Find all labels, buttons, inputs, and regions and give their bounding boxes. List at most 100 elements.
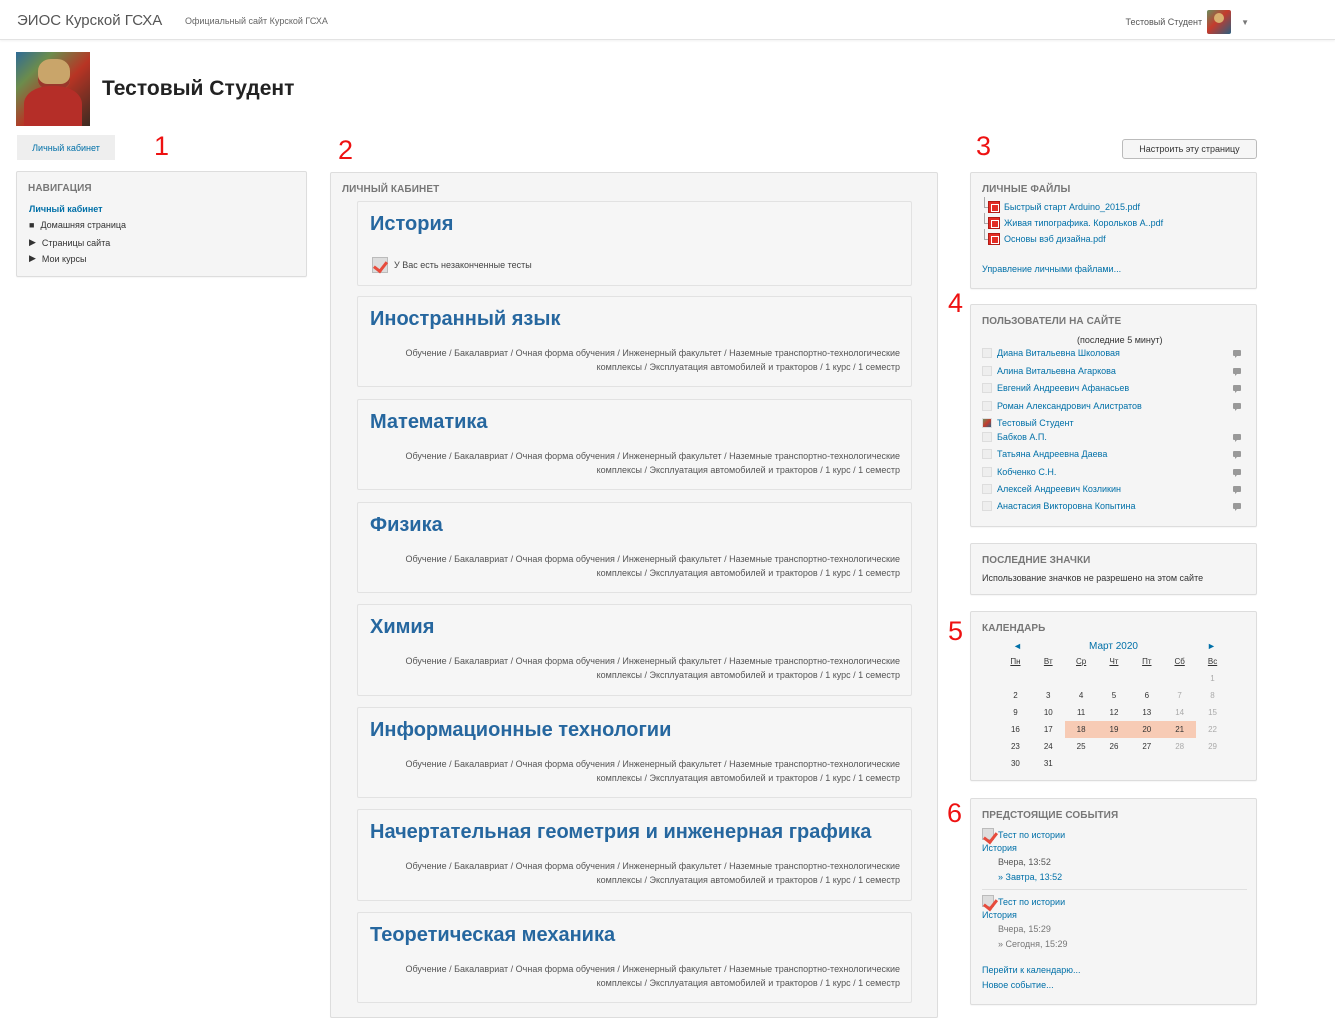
calendar-day[interactable]: 7 bbox=[1163, 687, 1196, 704]
calendar-day[interactable]: 12 bbox=[1098, 704, 1131, 721]
private-file-link[interactable]: Быстрый старт Arduino_2015.pdf bbox=[988, 201, 1140, 213]
calendar-day[interactable]: 6 bbox=[1130, 687, 1163, 704]
calendar-day[interactable]: 31 bbox=[1032, 755, 1065, 772]
manage-files-link[interactable]: Управление личными файлами... bbox=[982, 264, 1121, 274]
event-start: Вчера, 13:52 bbox=[998, 857, 1051, 867]
nav-site-pages-label: Страницы сайта bbox=[41, 237, 111, 248]
course-card: Химия Обучение / Бакалавриат / Очная фор… bbox=[357, 604, 912, 696]
official-site-link[interactable]: Официальный сайт Курской ГСХА bbox=[185, 16, 328, 26]
online-user-link[interactable]: Тестовый Студент bbox=[982, 418, 1247, 428]
course-path: Обучение / Бакалавриат / Очная форма обу… bbox=[405, 656, 900, 680]
calendar-day[interactable]: 23 bbox=[999, 738, 1032, 755]
marker-2: 2 bbox=[338, 135, 354, 165]
private-file-link[interactable]: Основы вэб дизайна.pdf bbox=[988, 233, 1106, 245]
calendar-day[interactable]: 24 bbox=[1032, 738, 1065, 755]
message-icon[interactable] bbox=[1233, 503, 1241, 511]
online-user-link[interactable]: Бабков А.П. bbox=[982, 432, 1247, 442]
user-menu-name: Тестовый Студент bbox=[1125, 17, 1203, 27]
course-title-link[interactable]: Теоретическая механика bbox=[370, 924, 615, 947]
course-title-link[interactable]: Физика bbox=[370, 514, 443, 537]
user-icon bbox=[982, 484, 992, 494]
course-title-link[interactable]: Математика bbox=[370, 411, 488, 434]
new-event-link[interactable]: Новое событие... bbox=[982, 980, 1054, 990]
customize-page-button[interactable]: Настроить эту страницу bbox=[1122, 139, 1257, 159]
next-month-arrow-icon[interactable]: ► bbox=[1207, 641, 1216, 651]
online-user-link[interactable]: Анастасия Викторовна Копытина bbox=[982, 501, 1247, 511]
calendar-day[interactable]: 9 bbox=[999, 704, 1032, 721]
calendar-day[interactable]: 22 bbox=[1196, 721, 1229, 738]
event-course-link[interactable]: История bbox=[982, 910, 1017, 920]
nav-site-pages-link[interactable]: ▶ Страницы сайта bbox=[29, 237, 110, 248]
weekday-header: Пн bbox=[1010, 657, 1021, 666]
nav-home-link[interactable]: ■ Домашняя страница bbox=[29, 220, 126, 230]
calendar-day[interactable]: 30 bbox=[999, 755, 1032, 772]
user-icon bbox=[982, 501, 992, 511]
online-user-link[interactable]: Кобченко С.Н. bbox=[982, 467, 1247, 477]
calendar-day[interactable]: 16 bbox=[999, 721, 1032, 738]
course-title-link[interactable]: Информационные технологии bbox=[370, 719, 671, 742]
calendar-month-link[interactable]: Март 2020 bbox=[1089, 641, 1138, 652]
course-title-link[interactable]: Иностранный язык bbox=[370, 308, 560, 331]
calendar-day[interactable]: 17 bbox=[1032, 721, 1065, 738]
message-icon[interactable] bbox=[1233, 368, 1241, 376]
message-icon[interactable] bbox=[1233, 385, 1241, 393]
event-end-link[interactable]: » Завтра, 13:52 bbox=[998, 872, 1062, 882]
calendar-day[interactable]: 25 bbox=[1065, 738, 1098, 755]
event-course-link[interactable]: История bbox=[982, 843, 1017, 853]
calendar-day[interactable]: 29 bbox=[1196, 738, 1229, 755]
calendar-day[interactable]: 1 bbox=[1196, 670, 1229, 687]
message-icon[interactable] bbox=[1233, 434, 1241, 442]
online-users-period: (последние 5 минут) bbox=[1077, 335, 1163, 345]
message-icon[interactable] bbox=[1233, 403, 1241, 411]
nav-my-courses-link[interactable]: ▶ Мои курсы bbox=[29, 253, 86, 264]
event-title: Тест по истории bbox=[998, 830, 1066, 840]
online-user-link[interactable]: Диана Витальевна Школовая bbox=[982, 348, 1247, 358]
calendar-day[interactable]: 2 bbox=[999, 687, 1032, 704]
calendar-day[interactable]: 4 bbox=[1065, 687, 1098, 704]
online-user-link[interactable]: Татьяна Андреевна Даева bbox=[982, 449, 1247, 459]
calendar-day[interactable]: 15 bbox=[1196, 704, 1229, 721]
course-card: Начертательная геометрия и инженерная гр… bbox=[357, 809, 912, 901]
user-menu[interactable]: Тестовый Студент ▼ bbox=[1125, 10, 1249, 34]
calendar-day[interactable]: 11 bbox=[1065, 704, 1098, 721]
calendar-event-day[interactable]: 21 bbox=[1163, 721, 1197, 738]
calendar-empty-cell bbox=[1130, 670, 1163, 687]
calendar-day[interactable]: 27 bbox=[1130, 738, 1163, 755]
weekday-header: Сб bbox=[1174, 657, 1185, 666]
chevron-right-icon: ▶ bbox=[29, 253, 36, 263]
message-icon[interactable] bbox=[1233, 486, 1241, 494]
calendar-day[interactable]: 5 bbox=[1098, 687, 1131, 704]
course-title-link[interactable]: История bbox=[370, 213, 453, 236]
private-file-link[interactable]: Живая типографика. Корольков А..pdf bbox=[988, 217, 1163, 229]
dashboard-tab[interactable]: Личный кабинет bbox=[17, 135, 115, 160]
course-card: Теоретическая механика Обучение / Бакала… bbox=[357, 912, 912, 1003]
course-card: Математика Обучение / Бакалавриат / Очна… bbox=[357, 399, 912, 490]
course-title-link[interactable]: Начертательная геометрия и инженерная гр… bbox=[370, 821, 871, 844]
message-icon[interactable] bbox=[1233, 350, 1241, 358]
online-user-link[interactable]: Евгений Андреевич Афанасьев bbox=[982, 383, 1247, 393]
calendar-day[interactable]: 26 bbox=[1098, 738, 1131, 755]
previous-month-arrow-icon[interactable]: ◄ bbox=[1013, 641, 1022, 651]
event-link[interactable]: Тест по истории bbox=[982, 895, 1065, 907]
site-brand[interactable]: ЭИОС Курской ГСХА bbox=[17, 12, 162, 29]
user-icon bbox=[982, 432, 992, 442]
calendar-day[interactable]: 3 bbox=[1032, 687, 1065, 704]
event-link[interactable]: Тест по истории bbox=[982, 828, 1065, 840]
course-title-link[interactable]: Химия bbox=[370, 616, 434, 639]
calendar-day[interactable]: 14 bbox=[1163, 704, 1196, 721]
message-icon[interactable] bbox=[1233, 451, 1241, 459]
calendar-event-day[interactable]: 20 bbox=[1130, 721, 1164, 738]
calendar-day[interactable]: 10 bbox=[1032, 704, 1065, 721]
message-icon[interactable] bbox=[1233, 469, 1241, 477]
online-user-link[interactable]: Алина Витальевна Агаркова bbox=[982, 366, 1247, 376]
online-user-link[interactable]: Алексей Андреевич Козликин bbox=[982, 484, 1247, 494]
goto-calendar-link[interactable]: Перейти к календарю... bbox=[982, 965, 1080, 975]
calendar-event-day[interactable]: 19 bbox=[1097, 721, 1131, 738]
nav-dashboard-link[interactable]: Личный кабинет bbox=[29, 204, 103, 214]
online-user-link[interactable]: Роман Александрович Алистратов bbox=[982, 401, 1247, 411]
calendar-day[interactable]: 28 bbox=[1163, 738, 1196, 755]
calendar-day[interactable]: 8 bbox=[1196, 687, 1229, 704]
calendar-day[interactable]: 13 bbox=[1130, 704, 1163, 721]
calendar-event-day[interactable]: 18 bbox=[1064, 721, 1098, 738]
calendar-empty-cell bbox=[1196, 755, 1229, 772]
